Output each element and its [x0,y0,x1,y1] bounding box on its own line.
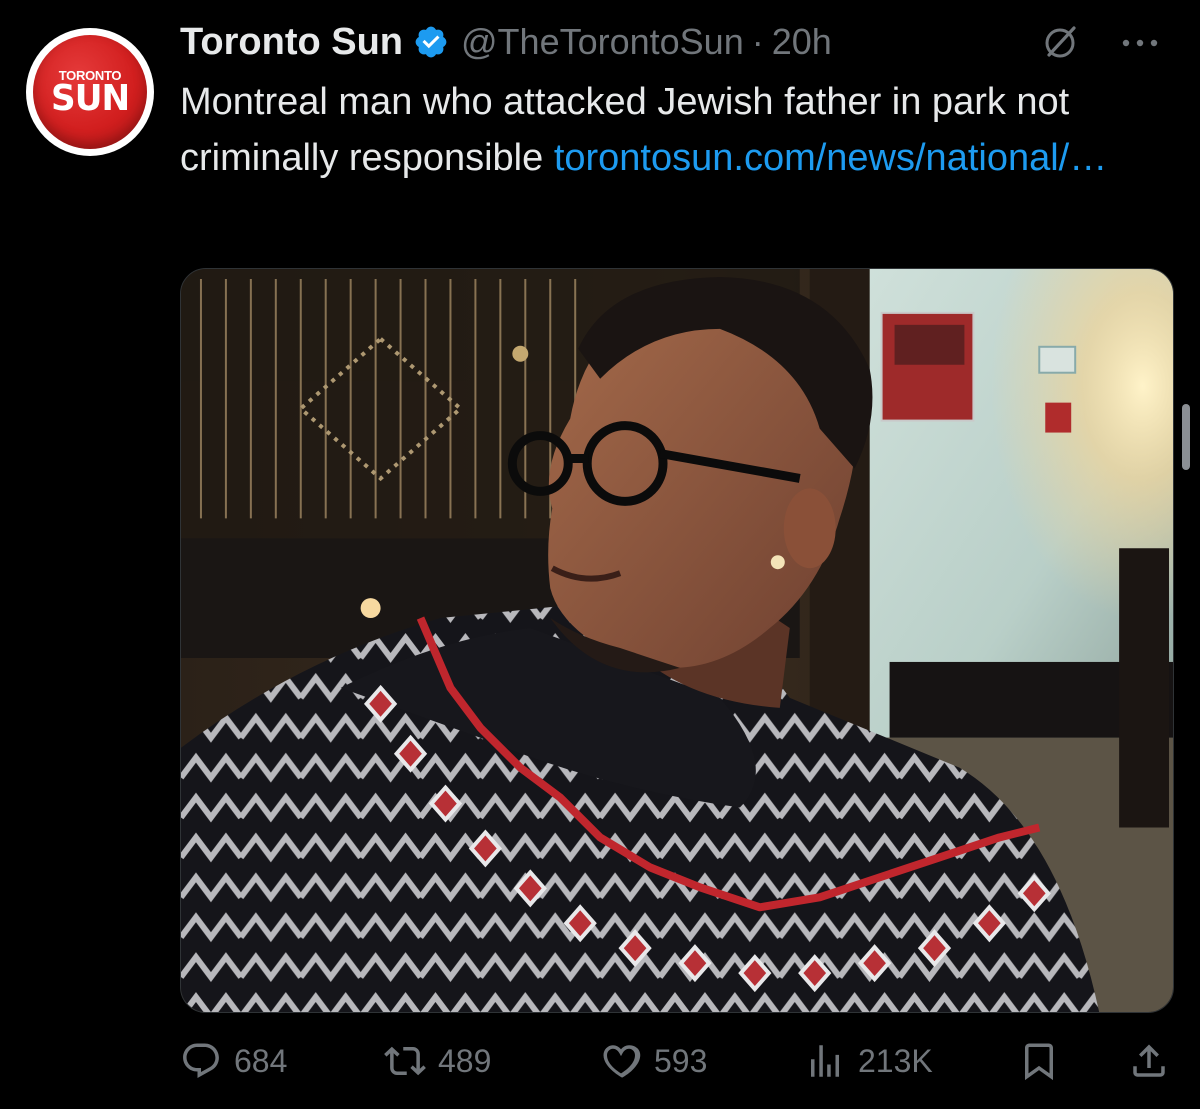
separator-dot: · [751,21,764,62]
repost-icon [384,1046,426,1076]
logo-main-text: SUN [50,77,130,119]
views-count: 213K [858,1042,933,1079]
photo-illustration [181,269,1173,1012]
reply-icon [183,1043,219,1078]
views-button[interactable]: 213K [804,1034,933,1088]
author-handle[interactable]: @TheTorontoSun [461,21,744,63]
repost-button[interactable]: 489 [384,1034,491,1088]
bookmark-icon [1025,1043,1053,1081]
avatar[interactable]: TORONTO SUN [26,28,154,156]
reply-button[interactable]: 684 [180,1034,287,1088]
tweet-link[interactable]: torontosun.com/news/national/… [554,137,1107,179]
tweet-photo[interactable] [180,268,1174,1013]
scrollbar[interactable] [1182,404,1190,470]
tweet-text: Montreal man who attacked Jewish father … [180,74,1180,186]
share-button[interactable] [1128,1034,1170,1088]
like-button[interactable]: 593 [600,1034,707,1088]
share-icon [1133,1044,1165,1077]
tweet-header: Toronto Sun @TheTorontoSun · 20h [180,18,1180,66]
reply-count: 684 [234,1042,288,1079]
tweet[interactable]: TORONTO SUN Toronto Sun @TheTorontoSun ·… [0,0,1200,1109]
verified-badge-icon [415,26,447,58]
bookmark-button[interactable] [1018,1034,1060,1088]
repost-count: 489 [438,1042,492,1079]
views-icon [811,1045,839,1077]
like-count: 593 [654,1042,708,1079]
toronto-sun-logo: TORONTO SUN [33,35,147,149]
tweet-time[interactable]: 20h [772,21,832,63]
more-options-icon[interactable] [1118,28,1162,58]
tweet-actions: 684 489 593 213K [180,1034,1174,1088]
author-name[interactable]: Toronto Sun [180,21,403,64]
heart-icon [603,1045,641,1078]
grok-icon[interactable] [1040,22,1080,62]
